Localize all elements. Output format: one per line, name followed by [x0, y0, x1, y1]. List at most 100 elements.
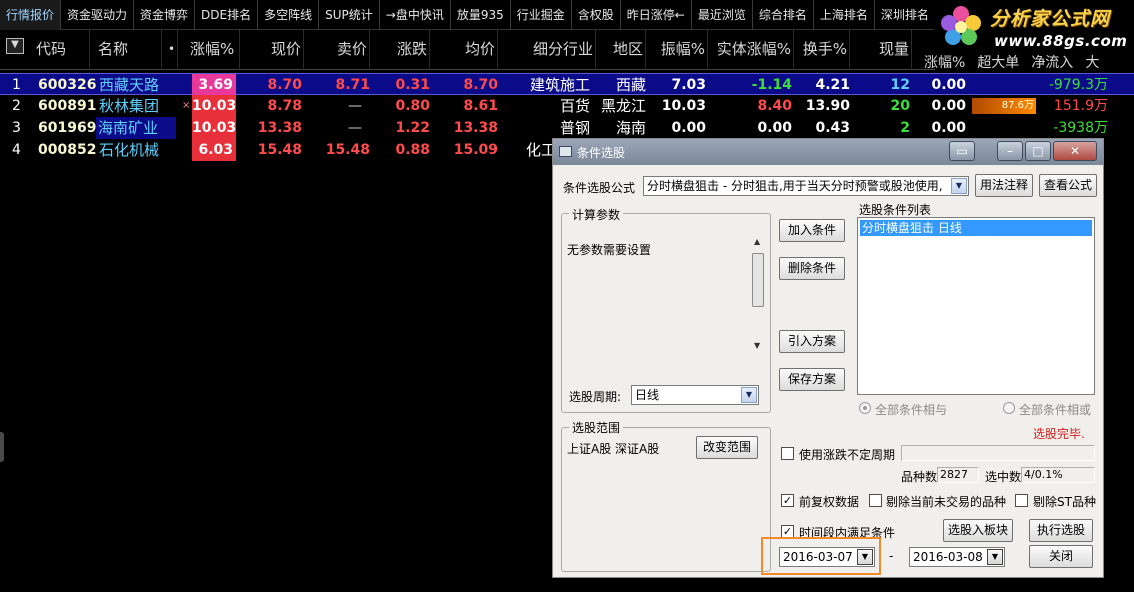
col-code[interactable]: 代码	[34, 30, 90, 70]
radio-all-or-label: 全部条件相或	[1019, 403, 1092, 417]
row-index: 2	[12, 98, 21, 114]
col-volume[interactable]: 现量	[854, 30, 912, 70]
side-panel-handle[interactable]	[0, 432, 4, 462]
exclude-st-label: 剔除ST品种	[1033, 495, 1096, 509]
col-large[interactable]: 大	[1079, 52, 1105, 71]
formula-select[interactable]: 分时横盘狙击 - 分时狙击,用于当天分时预警或股池使用, ▼	[643, 176, 969, 196]
stock-code: 601969	[38, 120, 97, 136]
use-uncertain-label: 使用涨跌不定周期	[799, 448, 896, 462]
import-plan-button[interactable]: 引入方案	[779, 330, 845, 353]
add-condition-button[interactable]: 加入条件	[779, 219, 845, 242]
formula-value: 分时横盘狙击 - 分时狙击,用于当天分时预警或股池使用,	[647, 179, 943, 193]
table-row[interactable]: 1 600326 西藏天路 3.69 8.70 8.71 0.31 8.70 建…	[0, 73, 1134, 96]
exclude-untraded-checkbox[interactable]	[869, 494, 882, 507]
col-change[interactable]: 涨跌	[374, 30, 430, 70]
tab-overall-rank[interactable]: 综合排名	[753, 0, 814, 30]
col-change-pct[interactable]: 涨幅%	[188, 30, 240, 70]
period-select[interactable]: 日线 ▼	[631, 385, 759, 405]
tab-fund-drive[interactable]: 资金驱动力	[61, 0, 135, 30]
tab-industry[interactable]: 行业掘金	[511, 0, 572, 30]
tab-volume-935[interactable]: 放量935	[451, 0, 511, 30]
params-text: 无参数需要设置	[567, 243, 652, 257]
save-plan-button[interactable]: 保存方案	[779, 368, 845, 391]
col-ask[interactable]: 卖价	[308, 30, 370, 70]
tab-sup-stats[interactable]: SUP统计	[319, 0, 380, 30]
scroll-thumb[interactable]	[752, 253, 764, 307]
radio-all-and[interactable]	[859, 402, 871, 414]
delete-condition-button[interactable]: 删除条件	[779, 257, 845, 280]
tab-shenzhen-rank[interactable]: 深圳排名	[875, 0, 936, 30]
col-net-inflow[interactable]: 净流入	[1025, 52, 1079, 71]
col-spread-pct[interactable]: 涨幅%	[918, 52, 971, 71]
radio-all-and-label: 全部条件相与	[875, 403, 948, 417]
close-button[interactable]: 关闭	[1029, 545, 1093, 568]
avg-price: 13.38	[453, 120, 498, 136]
col-price[interactable]: 现价	[244, 30, 304, 70]
scroll-down-icon[interactable]: ▼	[754, 341, 760, 350]
dialog-titlebar[interactable]: 条件选股 ▭ – □ ✕	[553, 139, 1103, 165]
flower-logo-icon	[941, 6, 981, 45]
row-index: 4	[12, 142, 21, 158]
col-body-pct[interactable]: 实体涨幅%	[712, 30, 794, 70]
chevron-down-icon[interactable]: ▼	[741, 387, 757, 403]
super-large-bar: 87.6万	[972, 98, 1036, 114]
close-icon[interactable]: ✕	[1053, 141, 1097, 161]
col-name[interactable]: 名称	[96, 30, 162, 70]
region: 西藏	[615, 76, 646, 94]
window-icon	[559, 146, 572, 157]
minimize-icon[interactable]: –	[997, 141, 1023, 161]
date-to-picker[interactable]: 2016-03-08 ▼	[909, 547, 1005, 567]
run-selection-button[interactable]: 执行选股	[1029, 519, 1093, 542]
tab-dde-rank[interactable]: DDE排名	[195, 0, 259, 30]
params-scrollbar[interactable]: ▲ ▼	[751, 235, 767, 355]
col-industry[interactable]: 细分行业	[502, 30, 596, 70]
logo-url: www.88gs.com	[994, 32, 1128, 50]
date-separator: -	[889, 549, 894, 563]
tab-yesterday-limit[interactable]: 昨日涨停←	[621, 0, 692, 30]
price: 8.78	[267, 98, 302, 114]
tab-rights[interactable]: 含权股	[572, 0, 621, 30]
spread-pct: 0.00	[931, 98, 966, 114]
scroll-up-icon[interactable]: ▲	[754, 237, 760, 246]
table-row[interactable]: 2 600891 秋林集团 × 10.03 8.78 — 0.80 8.61 百…	[0, 95, 1134, 117]
region: 黑龙江	[600, 97, 646, 115]
condition-item[interactable]: 分时横盘狙击 日线	[860, 220, 1092, 236]
tab-intraday-news[interactable]: →盘中快讯	[380, 0, 451, 30]
col-region[interactable]: 地区	[600, 30, 646, 70]
change-range-button[interactable]: 改变范围	[696, 436, 758, 459]
col-turnover[interactable]: 换手%	[798, 30, 850, 70]
tab-quotes[interactable]: 行情报价	[0, 0, 62, 30]
chevron-down-icon[interactable]: ▼	[951, 178, 967, 194]
tab-shanghai-rank[interactable]: 上海排名	[814, 0, 875, 30]
maximize-icon[interactable]: □	[1025, 141, 1051, 161]
restore-icon[interactable]: ▭	[949, 141, 975, 161]
use-uncertain-checkbox[interactable]	[781, 447, 794, 460]
col-avg[interactable]: 均价	[434, 30, 498, 70]
radio-all-or[interactable]	[1003, 402, 1015, 414]
view-formula-button[interactable]: 查看公式	[1039, 174, 1097, 197]
avg-price: 8.61	[463, 98, 498, 114]
usage-notes-button[interactable]: 用法注释	[975, 174, 1033, 197]
net-inflow: 151.9万	[1053, 98, 1108, 114]
exclude-st-checkbox[interactable]	[1015, 494, 1028, 507]
tab-fund-game[interactable]: 资金博弈	[134, 0, 196, 30]
table-row[interactable]: 3 601969 海南矿业 10.03 13.38 — 1.22 13.38 普…	[0, 117, 1134, 139]
add-to-board-button[interactable]: 选股入板块	[943, 519, 1013, 542]
logo-brand: 分析家公式网	[990, 8, 1111, 30]
spread-pct: 0.00	[931, 120, 966, 136]
site-logo: 分析家公式网 www.88gs.com	[934, 0, 1134, 56]
date-to-value: 2016-03-08	[913, 550, 983, 564]
stock-code: 000852	[38, 142, 97, 158]
col-amplitude[interactable]: 振幅%	[650, 30, 708, 70]
turnover: 13.90	[805, 98, 850, 114]
uncertain-period-field	[901, 445, 1095, 461]
pre-adjust-checkbox[interactable]: ✓	[781, 494, 794, 507]
tab-bull-bear[interactable]: 多空阵线	[258, 0, 320, 30]
count-label: 品种数	[901, 470, 938, 484]
tab-recent[interactable]: 最近浏览	[692, 0, 753, 30]
volume: 2	[900, 120, 910, 136]
chevron-down-icon[interactable]: ▼	[987, 549, 1003, 565]
condition-list[interactable]: 分时横盘狙击 日线	[857, 217, 1095, 395]
col-super-large[interactable]: 超大单	[971, 52, 1025, 71]
column-menu-button[interactable]: ▼	[6, 38, 24, 54]
